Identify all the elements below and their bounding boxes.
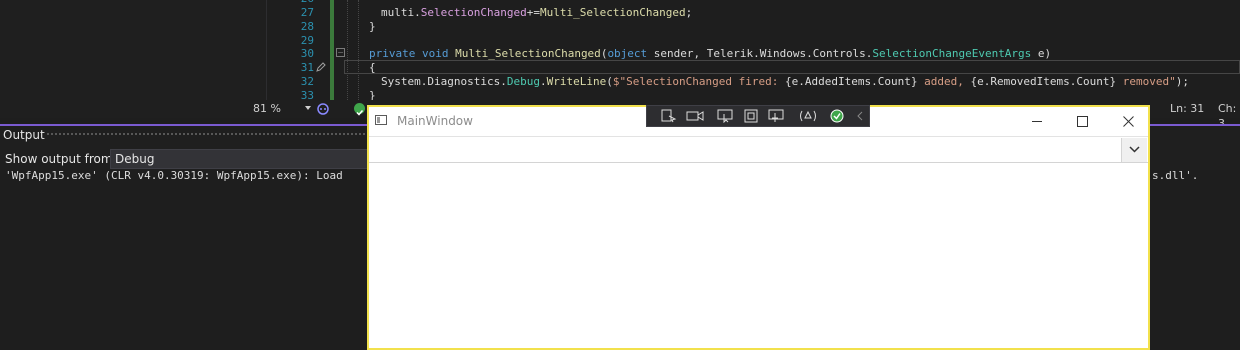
line-number: 29 xyxy=(300,34,314,47)
indent-guide xyxy=(358,0,359,100)
code-line-30[interactable]: private void Multi_SelectionChanged(obje… xyxy=(369,47,1051,61)
collapse-region-icon[interactable]: − xyxy=(336,48,345,57)
output-log-line: 'WpfApp15.exe' (CLR v4.0.30319: WpfApp15… xyxy=(5,169,343,182)
display-layout-icon[interactable] xyxy=(743,109,761,123)
collapse-icon[interactable] xyxy=(853,109,871,123)
chevron-down-icon[interactable] xyxy=(305,106,311,110)
output-log-line-tail: s.dll'. xyxy=(1152,169,1199,182)
ok-check-icon[interactable] xyxy=(829,109,847,123)
line-number: 27 xyxy=(300,6,314,19)
maximize-button[interactable] xyxy=(1060,107,1106,136)
close-icon xyxy=(1123,116,1134,127)
close-button[interactable] xyxy=(1106,107,1152,136)
window-app-icon xyxy=(375,115,387,125)
code-line-27[interactable]: multi.SelectionChanged+=Multi_SelectionC… xyxy=(381,6,692,20)
binding-failures-icon[interactable] xyxy=(799,109,817,123)
zoom-level-select[interactable]: 81 % xyxy=(253,101,313,116)
edit-pencil-icon[interactable] xyxy=(315,61,327,73)
code-line-32[interactable]: System.Diagnostics.Debug.WriteLine($"Sel… xyxy=(381,75,1189,89)
line-number: 28 xyxy=(300,20,314,33)
xaml-debug-toolbar[interactable] xyxy=(646,105,870,127)
track-focus-icon[interactable] xyxy=(768,109,786,123)
minimize-button[interactable] xyxy=(1015,107,1061,136)
current-line-highlight xyxy=(344,60,1240,74)
select-element-icon[interactable] xyxy=(660,109,678,123)
line-number: 32 xyxy=(300,75,314,88)
editor-left-panel xyxy=(0,0,266,100)
code-editor[interactable]: − 26 27 28 29 30 31 32 33 multi.Selectio… xyxy=(0,0,1240,102)
line-indicator[interactable]: Ln: 31 xyxy=(1170,101,1204,116)
change-indicator-bar xyxy=(330,0,334,100)
code-line-28[interactable]: } xyxy=(369,20,376,34)
main-window[interactable]: MainWindow xyxy=(367,105,1150,350)
multi-select-combobox[interactable] xyxy=(369,136,1148,163)
panel-drag-grip[interactable] xyxy=(46,132,366,137)
chevron-down-icon xyxy=(1129,146,1140,153)
gutter-separator xyxy=(266,0,267,100)
line-number: 31 xyxy=(300,61,314,74)
show-output-from-label: Show output from: xyxy=(5,152,117,166)
output-panel-title: Output xyxy=(3,128,45,142)
indent-guide xyxy=(347,0,348,100)
record-icon[interactable] xyxy=(686,109,704,123)
line-number: 30 xyxy=(300,47,314,60)
combobox-dropdown-button[interactable] xyxy=(1121,138,1147,162)
no-issues-icon[interactable] xyxy=(354,103,365,116)
copilot-icon[interactable] xyxy=(316,102,330,116)
code-line-31[interactable]: { xyxy=(369,61,376,75)
output-source-select[interactable]: Debug xyxy=(110,149,368,169)
window-title: MainWindow xyxy=(397,114,473,128)
select-pointer-icon[interactable] xyxy=(717,109,735,123)
